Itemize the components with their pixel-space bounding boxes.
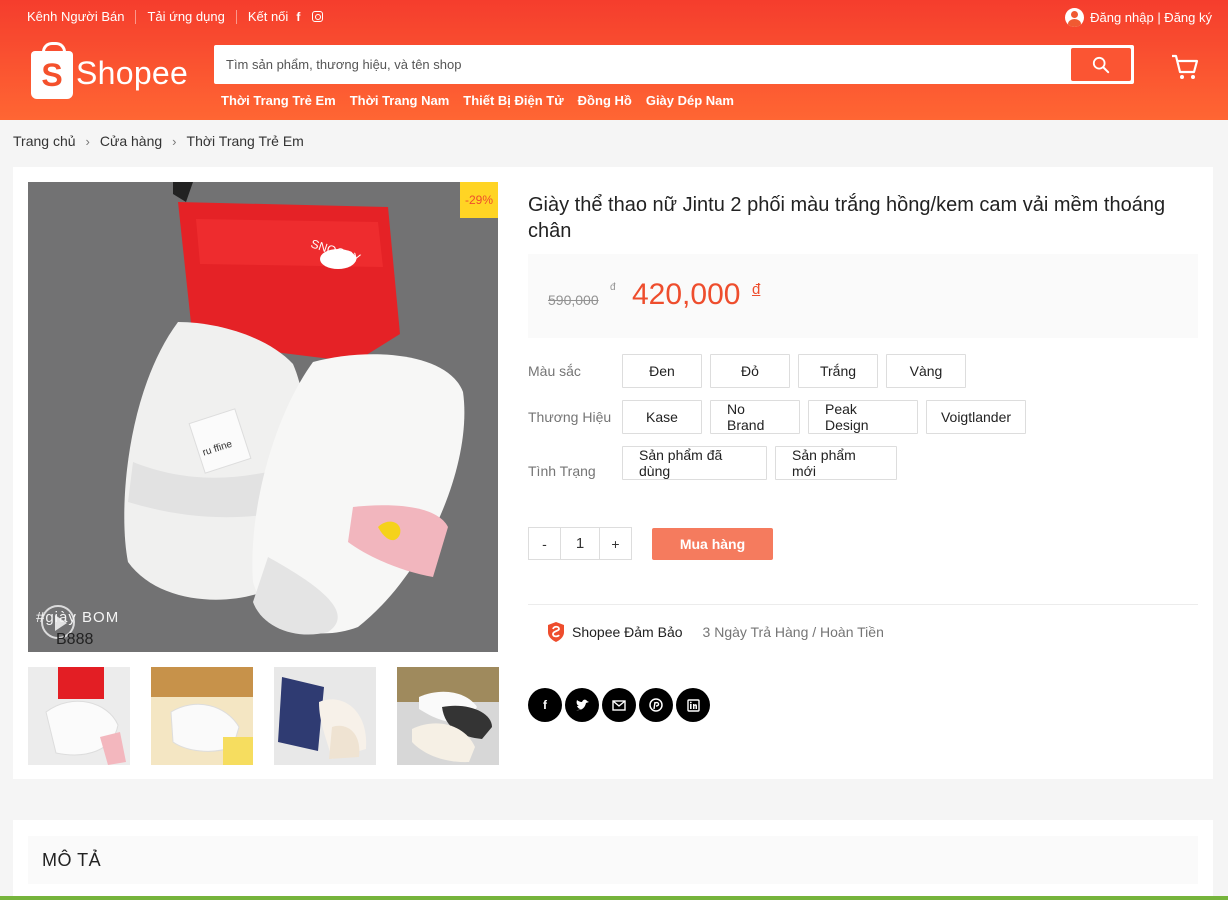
instagram-icon[interactable] — [312, 11, 324, 22]
sale-price-currency: đ — [752, 281, 761, 298]
linkedin-icon[interactable] — [676, 688, 710, 722]
condition-option[interactable]: Sản phẩm đã dùng — [622, 446, 767, 480]
product-photo: SNOOPY ru ffine — [28, 182, 498, 652]
email-icon[interactable] — [602, 688, 636, 722]
thumbnail-image[interactable] — [151, 667, 253, 765]
auth-links[interactable]: Đăng nhập | Đăng ký — [1065, 8, 1212, 27]
description-title: MÔ TẢ — [28, 836, 1198, 884]
discount-badge: -29% — [460, 182, 498, 218]
category-nav: Thời Trang Trẻ Em Thời Trang Nam Thiết B… — [221, 93, 734, 108]
pinterest-icon[interactable] — [639, 688, 673, 722]
brand-label: Thương Hiệu — [528, 409, 612, 425]
color-option[interactable]: Vàng — [886, 354, 966, 388]
search-button[interactable] — [1071, 48, 1131, 81]
quantity-input[interactable]: 1 — [560, 528, 600, 559]
brand-options: Kase No Brand Peak Design Voigtlander — [622, 400, 1026, 434]
brand-option[interactable]: Peak Design — [808, 400, 918, 434]
thumbnail-strip — [28, 667, 499, 765]
guarantee-title: Shopee Đảm Bảo — [572, 624, 683, 640]
bottom-divider — [0, 896, 1228, 900]
description-card: MÔ TẢ — [13, 820, 1213, 900]
shopping-bag-icon: S — [31, 42, 73, 99]
product-title: Giày thể thao nữ Jintu 2 phối màu trắng … — [528, 194, 1166, 242]
thumbnail-image[interactable] — [28, 667, 130, 765]
divider — [135, 9, 137, 24]
search-bar — [214, 45, 1134, 84]
logo-wordmark: Shopee — [76, 54, 189, 91]
shopee-guarantee: Shopee Đảm Bảo 3 Ngày Trả Hàng / Hoàn Ti… — [546, 621, 884, 643]
category-link[interactable]: Đồng Hồ — [578, 93, 632, 108]
quantity-stepper: - 1 + — [528, 527, 632, 560]
price-box: 590,000 đ 420,000 đ — [528, 254, 1198, 338]
buy-button[interactable]: Mua hàng — [652, 528, 773, 560]
brand-option[interactable]: Kase — [622, 400, 702, 434]
image-watermark: #giày BOM — [36, 609, 120, 626]
sale-price: 420,000 — [632, 278, 741, 311]
chevron-right-icon: › — [85, 133, 90, 149]
color-options: Đen Đỏ Trắng Vàng — [622, 354, 966, 388]
twitter-icon[interactable] — [565, 688, 599, 722]
color-option[interactable]: Trắng — [798, 354, 878, 388]
condition-options: Sản phẩm đã dùng Sản phẩm mới — [622, 446, 897, 480]
shield-icon — [548, 622, 564, 642]
thumbnail-image[interactable] — [274, 667, 376, 765]
original-price-currency: đ — [610, 282, 616, 293]
color-option[interactable]: Đỏ — [710, 354, 790, 388]
chevron-right-icon: › — [172, 133, 177, 149]
product-main-image[interactable]: SNOOPY ru ffine -29% #giày BOM B888 — [28, 182, 498, 652]
cart-icon[interactable] — [1170, 53, 1200, 81]
brand-option[interactable]: No Brand — [710, 400, 800, 434]
search-input[interactable] — [217, 48, 1071, 81]
social-links: f — [292, 10, 324, 24]
decrease-button[interactable]: - — [529, 528, 560, 559]
category-link[interactable]: Giày Dép Nam — [646, 93, 734, 108]
color-option[interactable]: Đen — [622, 354, 702, 388]
category-link[interactable]: Thời Trang Nam — [350, 93, 450, 108]
color-label: Màu sắc — [528, 363, 581, 379]
top-links: Kênh Người Bán Tải ứng dụng Kết nối f — [27, 9, 324, 24]
site-header: Kênh Người Bán Tải ứng dụng Kết nối f Đă… — [0, 0, 1228, 120]
section-divider — [528, 604, 1198, 605]
facebook-icon[interactable]: f — [528, 688, 562, 722]
condition-label: Tình Trạng — [528, 463, 596, 479]
guarantee-description: 3 Ngày Trả Hàng / Hoàn Tiền — [702, 624, 884, 640]
breadcrumb-category[interactable]: Thời Trang Trẻ Em — [187, 133, 304, 149]
connect-label: Kết nối — [247, 9, 289, 24]
facebook-icon[interactable]: f — [292, 10, 304, 24]
auth-label[interactable]: Đăng nhập | Đăng ký — [1090, 10, 1212, 25]
download-app-link[interactable]: Tải ứng dụng — [147, 9, 224, 24]
breadcrumb-shop[interactable]: Cửa hàng — [100, 133, 162, 149]
breadcrumb-home[interactable]: Trang chủ — [13, 133, 76, 149]
seller-channel-link[interactable]: Kênh Người Bán — [27, 9, 124, 24]
image-watermark-code: B888 — [56, 631, 94, 648]
top-bar: Kênh Người Bán Tải ứng dụng Kết nối f Đă… — [0, 0, 1228, 34]
product-card: SNOOPY ru ffine -29% #giày BOM B888 — [13, 167, 1213, 779]
brand-option[interactable]: Voigtlander — [926, 400, 1026, 434]
breadcrumb: Trang chủ › Cửa hàng › Thời Trang Trẻ Em — [13, 133, 304, 149]
original-price: 590,000 — [548, 292, 599, 308]
shopee-logo[interactable]: S Shopee — [31, 42, 189, 99]
user-icon — [1065, 8, 1085, 27]
divider — [235, 9, 237, 24]
condition-option[interactable]: Sản phẩm mới — [775, 446, 897, 480]
increase-button[interactable]: + — [600, 528, 631, 559]
search-icon — [1092, 56, 1110, 73]
thumbnail-image[interactable] — [397, 667, 499, 765]
share-buttons: f — [528, 688, 710, 722]
category-link[interactable]: Thiết Bị Điện Tử — [463, 93, 563, 108]
category-link[interactable]: Thời Trang Trẻ Em — [221, 93, 336, 108]
